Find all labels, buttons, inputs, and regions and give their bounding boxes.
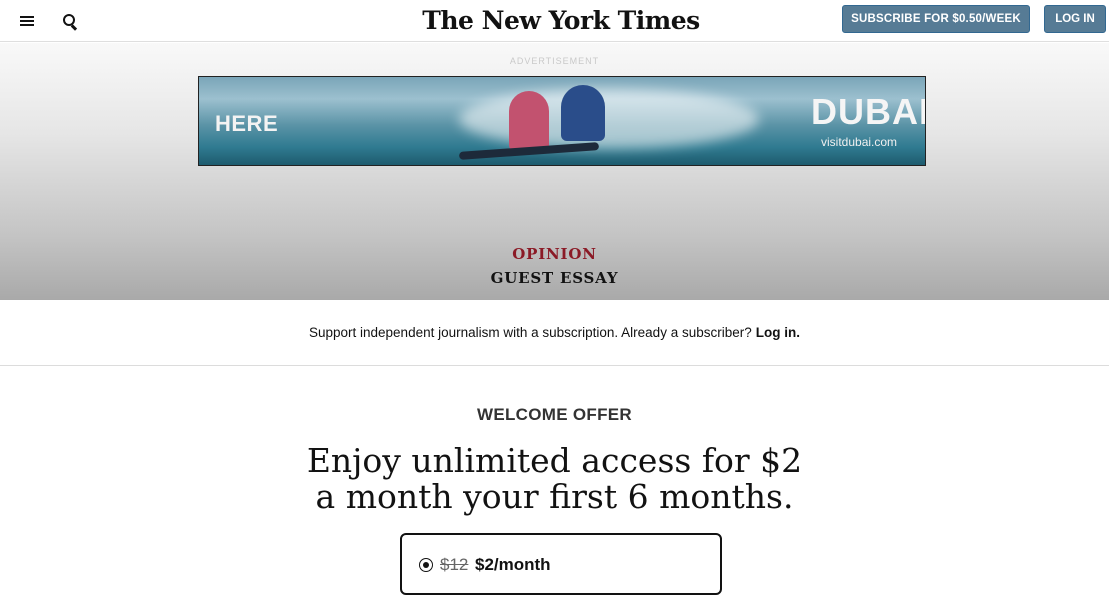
advertisement-label: ADVERTISEMENT — [509, 56, 600, 66]
offer-headline: Enjoy unlimited access for $2 a month yo… — [0, 443, 1109, 515]
article-header-region: ADVERTISEMENT HERE DUBAI visitdubai.com … — [0, 43, 1109, 300]
offer-headline-line2: a month your first 6 months. — [315, 477, 794, 516]
subscribe-button[interactable]: SUBSCRIBE FOR $0.50/WEEK — [842, 5, 1030, 33]
ad-wave-graphic — [459, 89, 759, 149]
search-icon[interactable] — [55, 7, 83, 35]
ad-brand-logo: DUBAI — [811, 91, 926, 132]
plan-offer-price: $2/month — [475, 555, 551, 574]
hamburger-menu-icon[interactable] — [13, 7, 41, 35]
radio-button-selected[interactable] — [419, 558, 433, 572]
support-subscription-bar: Support independent journalism with a su… — [0, 300, 1109, 366]
article-type-label: GUEST ESSAY — [490, 269, 619, 287]
offer-headline-line1: Enjoy unlimited access for $2 — [306, 441, 803, 480]
ad-banner[interactable]: HERE DUBAI visitdubai.com — [198, 76, 926, 166]
welcome-offer-label: WELCOME OFFER — [477, 405, 632, 424]
ad-headline: HERE — [215, 111, 279, 136]
section-kicker-opinion[interactable]: OPINION — [0, 245, 1109, 263]
ad-surfer-girl — [509, 91, 549, 151]
nyt-masthead-logo[interactable]: The New York Times — [404, 4, 718, 38]
ad-surfer-boy — [561, 85, 605, 141]
plan-original-price: $12 — [440, 555, 469, 574]
support-text: Support independent journalism with a su… — [308, 325, 752, 340]
ad-url: visitdubai.com — [821, 135, 898, 149]
support-login-link[interactable]: Log in. — [756, 325, 800, 340]
plan-option-monthly[interactable]: $12 $2/month — [400, 533, 722, 595]
top-navigation-bar: The New York Times SUBSCRIBE FOR $0.50/W… — [0, 0, 1109, 42]
login-button[interactable]: LOG IN — [1044, 5, 1106, 33]
